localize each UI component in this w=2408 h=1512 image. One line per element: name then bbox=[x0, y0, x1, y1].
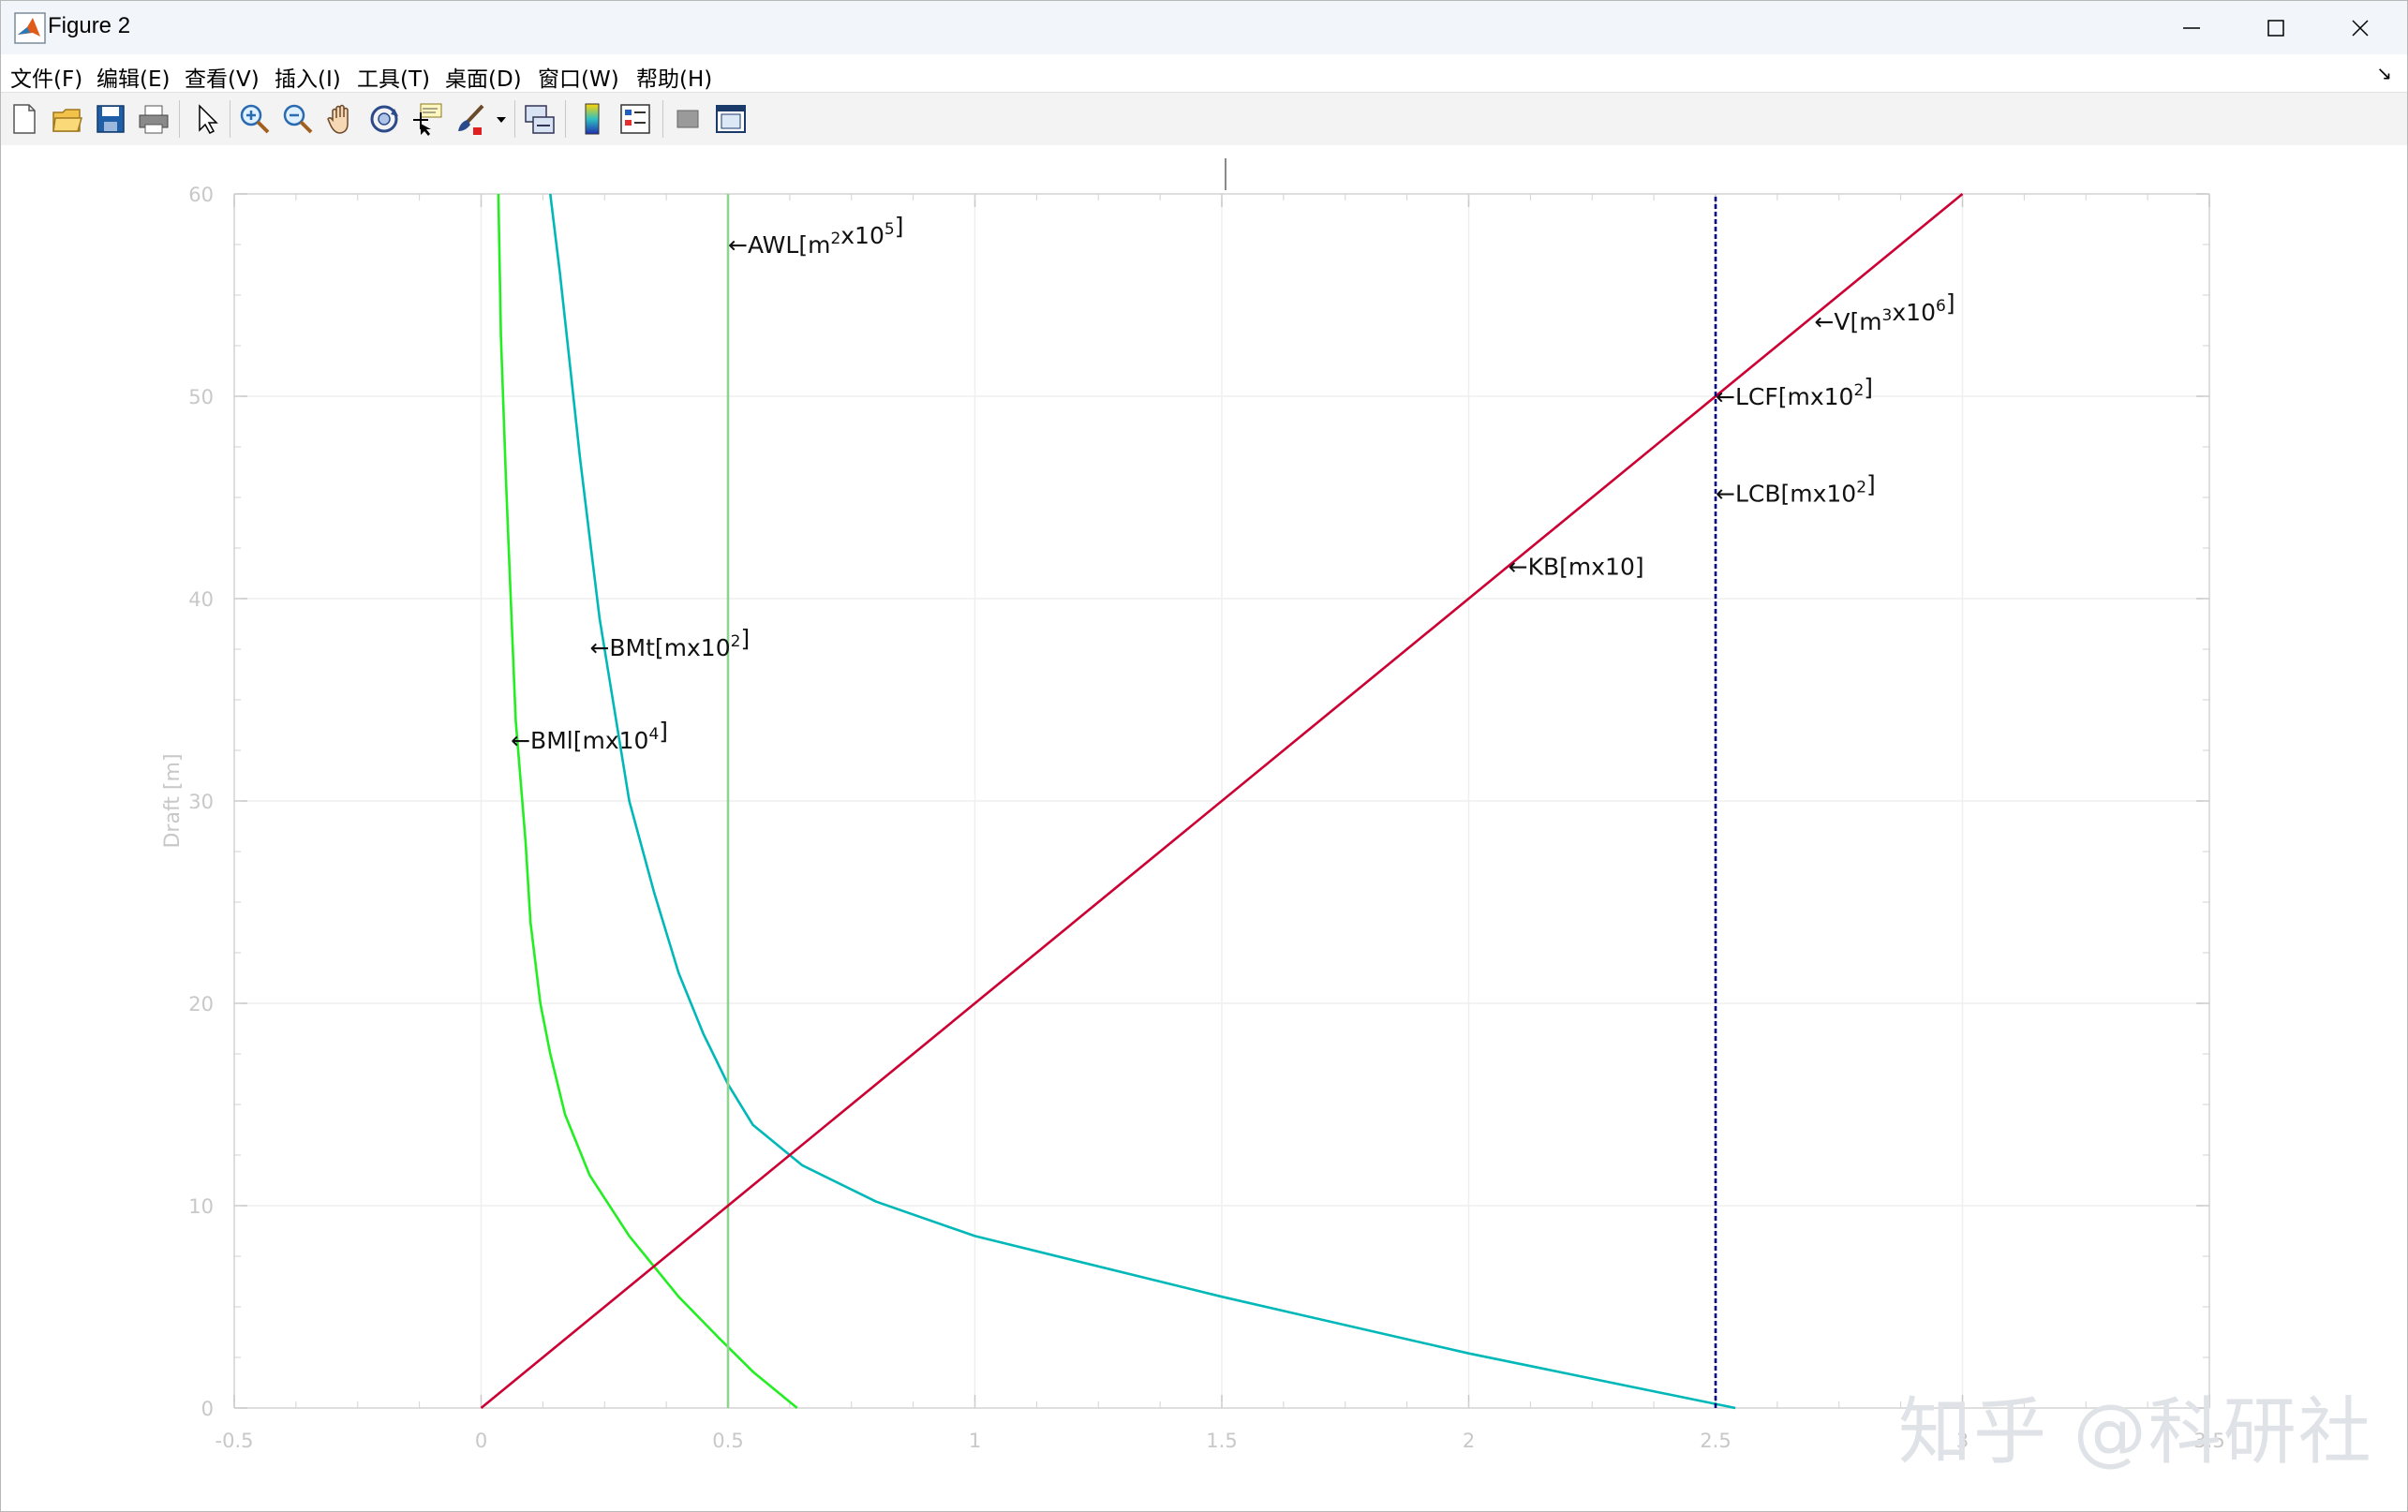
annotation-text: ] bbox=[1866, 471, 1876, 498]
y-tick-label: 10 bbox=[188, 1195, 214, 1218]
pan-hand-icon[interactable] bbox=[323, 101, 359, 137]
axes-layer: -0.5 0 0.5 1 1.5 2 2.5 3 3.50102030405060 bbox=[188, 184, 2224, 1452]
zoom-in-icon[interactable] bbox=[237, 101, 273, 137]
hide-tools-icon[interactable] bbox=[670, 101, 706, 137]
minimize-button[interactable] bbox=[2149, 1, 2234, 54]
y-tick-label: 40 bbox=[188, 588, 214, 611]
brush-dropdown-icon[interactable] bbox=[496, 115, 507, 125]
rotate-3d-icon[interactable] bbox=[366, 101, 402, 137]
annotation-text: ←LCF[mx10 bbox=[1716, 383, 1853, 410]
x-tick-label: 0.5 bbox=[712, 1430, 743, 1452]
annotation-text: ] bbox=[740, 625, 750, 652]
annotation-label-6: ←BMl[mx104] bbox=[511, 718, 668, 754]
menu-help[interactable]: 帮助(H) bbox=[636, 61, 712, 93]
plot-svg: -0.5 0 0.5 1 1.5 2 2.5 3 3.50102030405060 ←AWL[m… bbox=[161, 184, 2225, 1452]
x-tick-label: 2.5 bbox=[1700, 1430, 1731, 1452]
close-button[interactable] bbox=[2318, 1, 2402, 54]
x-tick-label: 0 bbox=[475, 1430, 487, 1452]
annotation-text: ←AWL[m bbox=[728, 231, 830, 259]
watermark-text: 知乎 @科研社 bbox=[1898, 1390, 2373, 1475]
annotation-label-0: ←AWL[m2x105] bbox=[728, 213, 903, 259]
y-axis-label: Draft [m] bbox=[161, 753, 185, 848]
menu-tools[interactable]: 工具(T) bbox=[357, 61, 430, 93]
annotation-superscript: 2 bbox=[1853, 381, 1864, 400]
close-icon bbox=[2352, 19, 2369, 37]
matlab-logo-icon bbox=[14, 12, 46, 44]
zoom-out-icon[interactable] bbox=[280, 101, 316, 137]
annotation-superscript: 3 bbox=[1882, 306, 1893, 325]
annotation-label-5: ←BMt[mx102] bbox=[589, 625, 750, 661]
splitter-handle[interactable] bbox=[1225, 158, 1226, 190]
dock-arrow-icon[interactable]: ↘ bbox=[2376, 62, 2392, 85]
legend-icon[interactable] bbox=[617, 101, 653, 137]
annotation-superscript: 4 bbox=[648, 725, 659, 744]
annotation-superscript: 2 bbox=[1856, 479, 1866, 497]
edit-plot-arrow-icon[interactable] bbox=[188, 101, 224, 137]
print-icon[interactable] bbox=[136, 101, 171, 137]
open-file-icon[interactable] bbox=[50, 101, 85, 137]
annotation-text: ] bbox=[1864, 374, 1873, 401]
x-tick-label: -0.5 bbox=[216, 1430, 254, 1452]
annotation-text: x10 bbox=[1892, 299, 1936, 326]
annotation-text: ←BMl[mx10 bbox=[511, 727, 648, 754]
annotation-superscript: 5 bbox=[884, 220, 895, 239]
annotation-label-1: ←V[m3x106] bbox=[1814, 289, 1955, 335]
link-plot-icon[interactable] bbox=[522, 101, 557, 137]
annotation-text: ] bbox=[895, 213, 904, 240]
y-tick-label: 0 bbox=[201, 1398, 214, 1420]
x-tick-label: 2 bbox=[1463, 1430, 1475, 1452]
annotation-superscript: 2 bbox=[830, 230, 840, 248]
data-cursor-icon[interactable] bbox=[409, 101, 445, 137]
annotation-label-4: ←KB[mx10] bbox=[1509, 553, 1644, 580]
menu-window[interactable]: 窗口(W) bbox=[538, 61, 619, 93]
annotation-text: ←BMt[mx10 bbox=[589, 634, 730, 661]
y-tick-label: 60 bbox=[188, 184, 214, 206]
annotation-label-2: ←LCF[mx102] bbox=[1716, 374, 1873, 410]
figure-toolbar bbox=[1, 92, 2407, 146]
save-icon[interactable] bbox=[93, 101, 128, 137]
maximize-icon bbox=[2267, 19, 2284, 37]
toolbar-separator bbox=[514, 100, 515, 138]
menu-bar: 文件(F) 编辑(E) 查看(V) 插入(I) 工具(T) 桌面(D) 窗口(W… bbox=[1, 54, 2407, 92]
annotation-text: ←V[m bbox=[1814, 308, 1881, 335]
annotation-text: x10 bbox=[840, 222, 884, 249]
toolbar-separator bbox=[179, 100, 180, 138]
y-tick-label: 30 bbox=[188, 791, 214, 813]
minimize-icon bbox=[2183, 26, 2200, 29]
menu-edit[interactable]: 编辑(E) bbox=[97, 61, 170, 93]
annotation-superscript: 6 bbox=[1936, 297, 1946, 316]
menu-view[interactable]: 查看(V) bbox=[185, 61, 260, 93]
annotation-superscript: 2 bbox=[731, 632, 741, 651]
new-figure-icon[interactable] bbox=[7, 101, 42, 137]
annotation-label-3: ←LCB[mx102] bbox=[1716, 471, 1876, 508]
annotation-text: ] bbox=[659, 718, 668, 745]
colorbar-icon[interactable] bbox=[574, 101, 610, 137]
figure-canvas: -0.5 0 0.5 1 1.5 2 2.5 3 3.5 0 10 20 30 40 50 60 ←AWL[m… bbox=[1, 145, 2407, 1511]
figure-window: Figure 2 文件(F) 编辑(E) 查看(V) 插入(I) 工具(T) 桌… bbox=[0, 0, 2408, 1512]
brush-icon[interactable] bbox=[453, 101, 488, 137]
annotation-text: ←LCB[mx10 bbox=[1716, 481, 1856, 508]
y-tick-label: 50 bbox=[188, 386, 214, 408]
toolbar-separator bbox=[565, 100, 566, 138]
x-tick-label: 1.5 bbox=[1206, 1430, 1237, 1452]
annotation-text: ] bbox=[1946, 289, 1955, 317]
menu-file[interactable]: 文件(F) bbox=[10, 61, 82, 93]
menu-insert[interactable]: 插入(I) bbox=[275, 61, 341, 93]
window-title: Figure 2 bbox=[48, 13, 131, 38]
x-tick-label: 1 bbox=[969, 1430, 981, 1452]
title-bar[interactable]: Figure 2 bbox=[1, 1, 2407, 54]
show-tools-icon[interactable] bbox=[713, 101, 749, 137]
y-tick-label: 20 bbox=[188, 993, 214, 1015]
toolbar-separator bbox=[662, 100, 663, 138]
menu-desktop[interactable]: 桌面(D) bbox=[445, 61, 522, 93]
maximize-button[interactable] bbox=[2234, 1, 2318, 54]
annotation-text: ←KB[mx10] bbox=[1509, 553, 1644, 580]
